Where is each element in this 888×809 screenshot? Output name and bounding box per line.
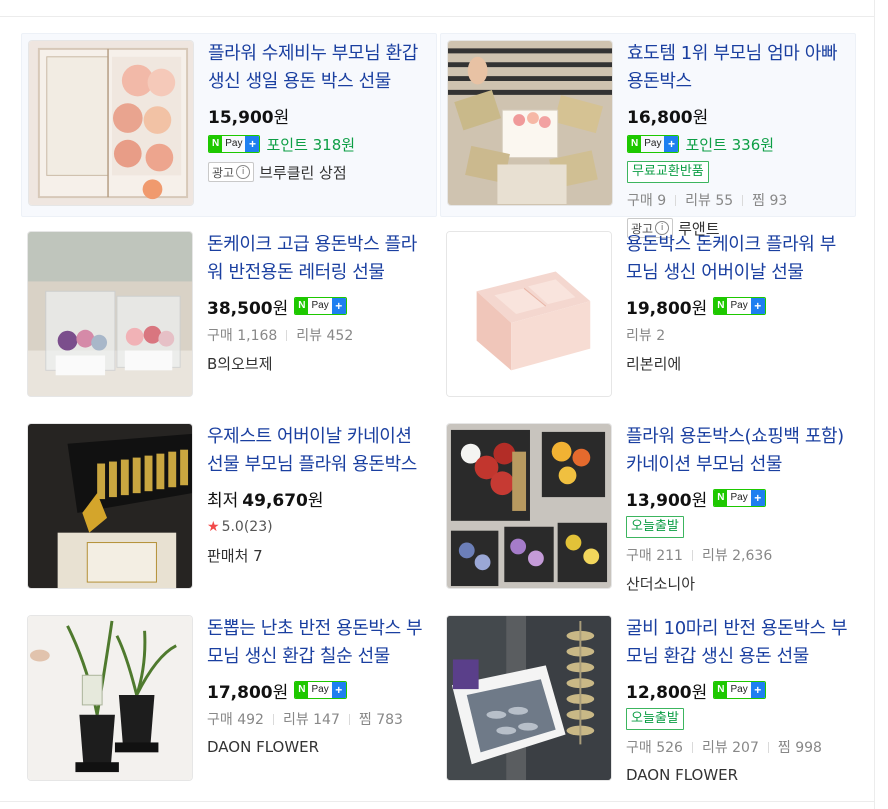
product-card[interactable]: 효도템 1위 부모님 엄마 아빠 용돈박스 16,800원 N Pay + 포인트 … <box>440 33 856 238</box>
npay-badge: N Pay + <box>294 297 347 315</box>
product-price: 17,800원 <box>207 682 289 703</box>
product-card[interactable]: 플라워 용돈박스(쇼핑백 포함) 카네이션 부모님 선물 13,900원 N Pa… <box>440 423 856 593</box>
product-stats: 구매 526 리뷰 207 찜 998 <box>626 740 822 756</box>
product-rating: ★ 5.0(23) <box>207 519 273 535</box>
gold-money-box-image <box>28 424 192 588</box>
flower-soap-gift-box-image <box>29 41 193 205</box>
product-stats: 구매 9 리뷰 55 찜 93 <box>627 193 788 209</box>
npay-badge: N Pay + <box>627 135 680 153</box>
today-shipping-tag: 오늘출발 <box>626 708 684 730</box>
npay-badge: N Pay + <box>713 297 766 315</box>
product-price: 15,900원 <box>208 107 290 128</box>
free-return-tag: 무료교환반품 <box>627 161 709 183</box>
product-price: 12,800원 <box>626 682 708 703</box>
product-price: 38,500원 <box>207 298 289 319</box>
product-title[interactable]: 우제스트 어버이날 카네이션 선물 부모님 플라워 용돈박스 <box>207 423 431 479</box>
product-stats: 리뷰 2 <box>626 328 666 344</box>
seller-name[interactable]: 산더소니아 <box>626 573 695 594</box>
pink-box-image <box>447 232 611 396</box>
product-image[interactable] <box>446 423 612 589</box>
point-text: 포인트 318원 <box>266 135 356 154</box>
bottom-divider <box>0 801 874 802</box>
npay-badge: N Pay + <box>713 489 766 507</box>
product-price: 최저 49,670원 <box>207 490 324 511</box>
product-title[interactable]: 효도템 1위 부모님 엄마 아빠 용돈박스 <box>627 40 851 96</box>
seller-name[interactable]: B의오브제 <box>207 353 273 374</box>
product-title[interactable]: 용돈박스 돈케이크 플라워 부모님 생신 어버이날 선물 <box>626 231 850 287</box>
product-image[interactable] <box>446 615 612 781</box>
product-stats: 구매 492 리뷰 147 찜 783 <box>207 712 403 728</box>
product-title[interactable]: 플라워 수제비누 부모님 환갑 생신 생일 용돈 박스 선물 <box>208 40 432 96</box>
point-text: 포인트 336원 <box>685 135 775 154</box>
seller-name[interactable]: DAON FLOWER <box>207 738 319 756</box>
top-divider <box>0 16 874 17</box>
product-card[interactable]: 돈뽑는 난초 반전 용돈박스 부모님 생신 환갑 칠순 선물 17,800원 N… <box>21 615 437 781</box>
product-card[interactable]: 플라워 수제비누 부모님 환갑 생신 생일 용돈 박스 선물 15,900원 N… <box>21 33 437 217</box>
product-image[interactable] <box>27 231 193 397</box>
product-image[interactable] <box>28 40 194 206</box>
product-title[interactable]: 굴비 10마리 반전 용돈박스 부모님 환갑 생신 용돈 선물 <box>626 615 850 671</box>
seller-name[interactable]: 리본리에 <box>626 353 681 374</box>
product-image[interactable] <box>447 40 613 206</box>
product-card[interactable]: 굴비 10마리 반전 용돈박스 부모님 환갑 생신 용돈 선물 12,800원 … <box>440 615 856 784</box>
fish-money-box-image <box>447 616 611 780</box>
seller-count[interactable]: 판매처 7 <box>207 545 263 566</box>
product-image[interactable] <box>27 423 193 589</box>
product-title[interactable]: 돈케이크 고급 용돈박스 플라워 반전용돈 레터링 선물 <box>207 231 431 287</box>
info-icon: i <box>236 165 251 179</box>
flower-box-grid-image <box>447 424 611 588</box>
product-price: 13,900원 <box>626 490 708 511</box>
product-title[interactable]: 플라워 용돈박스(쇼핑백 포함) 카네이션 부모님 선물 <box>626 423 850 479</box>
seller-name[interactable]: 브루클린 상점 <box>259 162 347 183</box>
product-card[interactable]: 돈케이크 고급 용돈박스 플라워 반전용돈 레터링 선물 38,500원 N Pa… <box>21 231 437 397</box>
seller-name[interactable]: DAON FLOWER <box>626 766 738 784</box>
npay-badge: N Pay + <box>208 135 261 153</box>
npay-badge: N Pay + <box>713 681 766 699</box>
product-price: 16,800원 <box>627 107 709 128</box>
clear-flower-boxes-image <box>28 232 192 396</box>
product-card[interactable]: 용돈박스 돈케이크 플라워 부모님 생신 어버이날 선물 19,800원 N Pa… <box>440 231 856 397</box>
npay-badge: N Pay + <box>294 681 347 699</box>
right-divider <box>874 0 875 809</box>
today-shipping-tag: 오늘출발 <box>626 516 684 538</box>
orchid-pots-image <box>28 616 192 780</box>
product-stats: 구매 1,168 리뷰 452 <box>207 328 354 344</box>
star-icon: ★ <box>207 519 220 535</box>
product-image[interactable] <box>27 615 193 781</box>
product-title[interactable]: 돈뽑는 난초 반전 용돈박스 부모님 생신 환갑 칠순 선물 <box>207 615 431 671</box>
money-cake-box-hands-image <box>448 41 612 205</box>
product-stats: 구매 211 리뷰 2,636 <box>626 548 773 564</box>
product-card[interactable]: 우제스트 어버이날 카네이션 선물 부모님 플라워 용돈박스 최저 49,670원… <box>21 423 437 589</box>
ad-badge[interactable]: 광고 i <box>208 162 255 182</box>
product-price: 19,800원 <box>626 298 708 319</box>
product-image[interactable] <box>446 231 612 397</box>
